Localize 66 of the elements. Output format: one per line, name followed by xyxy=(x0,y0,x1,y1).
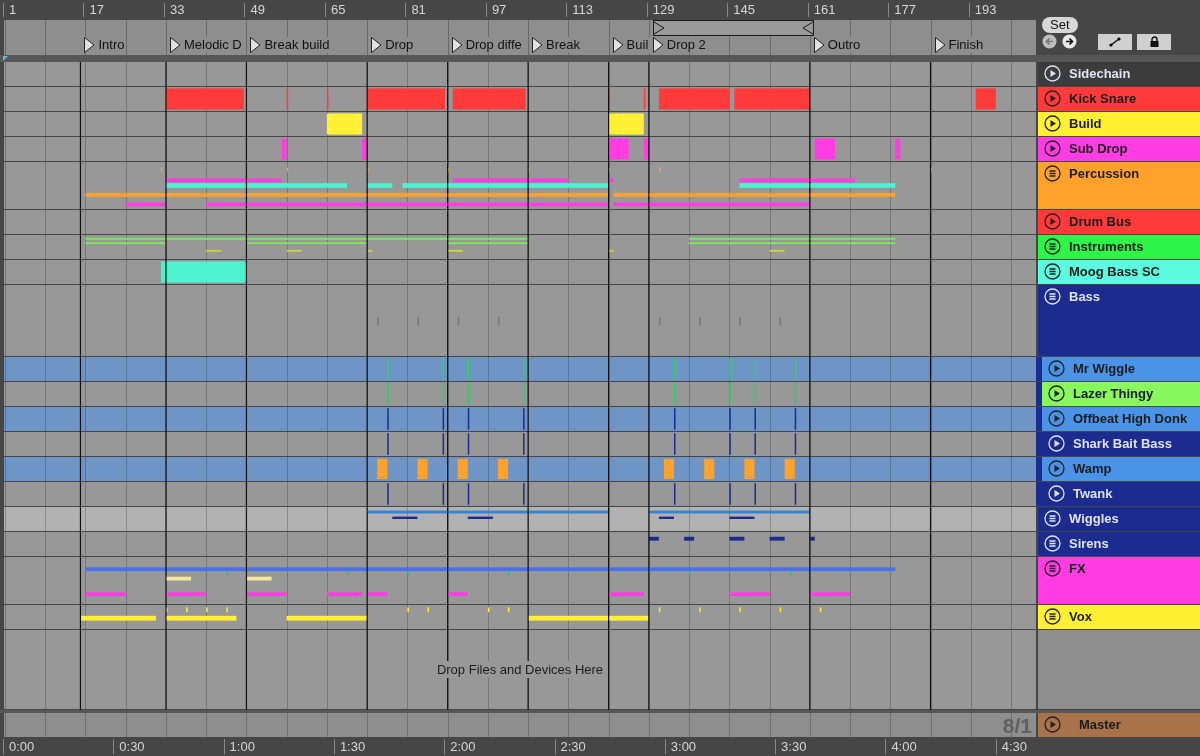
bar-number: 49 xyxy=(244,3,265,17)
bar-number: 33 xyxy=(163,3,185,17)
track-header[interactable]: Offbeat High Donk xyxy=(1042,407,1200,431)
track-name: Twank xyxy=(1073,485,1113,502)
track-header[interactable]: Percussion xyxy=(1038,162,1200,209)
track-header[interactable]: Vox xyxy=(1038,605,1200,629)
track-name: Instruments xyxy=(1069,238,1144,255)
track-name: Wiggles xyxy=(1069,510,1119,527)
track-header[interactable]: Sub Drop xyxy=(1038,137,1200,161)
track-name: Drum Bus xyxy=(1069,213,1132,230)
bar-number: 177 xyxy=(888,3,916,17)
track-name: Lazer Thingy xyxy=(1073,385,1154,402)
track-header[interactable]: Drum Bus xyxy=(1038,210,1200,234)
track-header[interactable]: Mr Wiggle xyxy=(1042,357,1200,381)
time-label: 2:30 xyxy=(554,739,586,754)
track-header[interactable]: Sirens xyxy=(1038,532,1200,556)
time-label: 3:00 xyxy=(664,739,697,754)
track-name: Offbeat High Donk xyxy=(1073,410,1188,427)
set-button[interactable]: Set xyxy=(1042,17,1078,33)
track-name: FX xyxy=(1069,560,1086,577)
bar-ruler[interactable]: 1 17 33 49 65 81 97 113 129 145 161 177 193 xyxy=(0,0,1036,20)
track-name: Moog Bass SC xyxy=(1069,263,1160,280)
track-header[interactable]: Wamp xyxy=(1042,457,1200,481)
time-label: 4:30 xyxy=(995,739,1027,754)
bar-number: 193 xyxy=(968,3,997,17)
bar-number: 97 xyxy=(485,3,507,17)
bar-number: 81 xyxy=(405,3,426,17)
time-ruler[interactable]: 0:00 0:30 1:00 1:30 2:00 2:30 3:00 3:30 4:00 4:30 xyxy=(0,738,1036,756)
track-name: Sub Drop xyxy=(1069,140,1128,157)
track-name: Wamp xyxy=(1073,460,1112,477)
bar-number: 1 xyxy=(3,3,17,17)
time-label: 1:30 xyxy=(333,739,366,754)
bar-number: 65 xyxy=(324,3,346,17)
track-name: Sirens xyxy=(1069,535,1109,552)
track-name: Master xyxy=(1078,716,1121,733)
track-header[interactable]: Master xyxy=(1038,713,1200,737)
track-header[interactable]: Moog Bass SC xyxy=(1038,260,1200,284)
track-header[interactable]: Instruments xyxy=(1038,235,1200,259)
track-header[interactable]: FX xyxy=(1038,557,1200,604)
track-header[interactable]: Sidechain xyxy=(1038,62,1200,86)
time-label: 0:30 xyxy=(113,739,145,754)
track-header[interactable]: Bass xyxy=(1038,285,1200,356)
drop-area[interactable]: Drop Files and Devices Here xyxy=(4,630,1036,709)
track-name: Kick Snare xyxy=(1069,90,1137,107)
bar-number: 145 xyxy=(727,3,755,17)
bar-number: 17 xyxy=(83,3,104,17)
track-name: Vox xyxy=(1069,608,1092,625)
bar-number: 129 xyxy=(646,3,675,17)
time-label: 3:30 xyxy=(775,739,807,754)
track-name: Percussion xyxy=(1069,165,1140,182)
track-header[interactable]: Lazer Thingy xyxy=(1042,382,1200,406)
time-label: 2:00 xyxy=(444,739,476,754)
track-name: Mr Wiggle xyxy=(1073,360,1135,377)
time-label: 0:00 xyxy=(3,739,35,754)
track-header[interactable]: Kick Snare xyxy=(1038,87,1200,111)
track-header[interactable]: Wiggles xyxy=(1038,507,1200,531)
time-label: 4:00 xyxy=(885,739,917,754)
time-label: 1:00 xyxy=(223,739,255,754)
bar-number: 161 xyxy=(807,3,836,17)
locator-lane[interactable]: Intro Melodic D Break build Drop Drop diffe Break Buil Drop 2 Outro Finish xyxy=(4,20,1036,55)
track-name: Shark Bait Bass xyxy=(1073,435,1172,452)
track-header[interactable]: Build xyxy=(1038,112,1200,136)
track-name: Bass xyxy=(1069,288,1101,305)
track-name: Build xyxy=(1069,115,1102,132)
bar-number: 113 xyxy=(566,3,594,17)
track-name: Sidechain xyxy=(1069,65,1131,82)
